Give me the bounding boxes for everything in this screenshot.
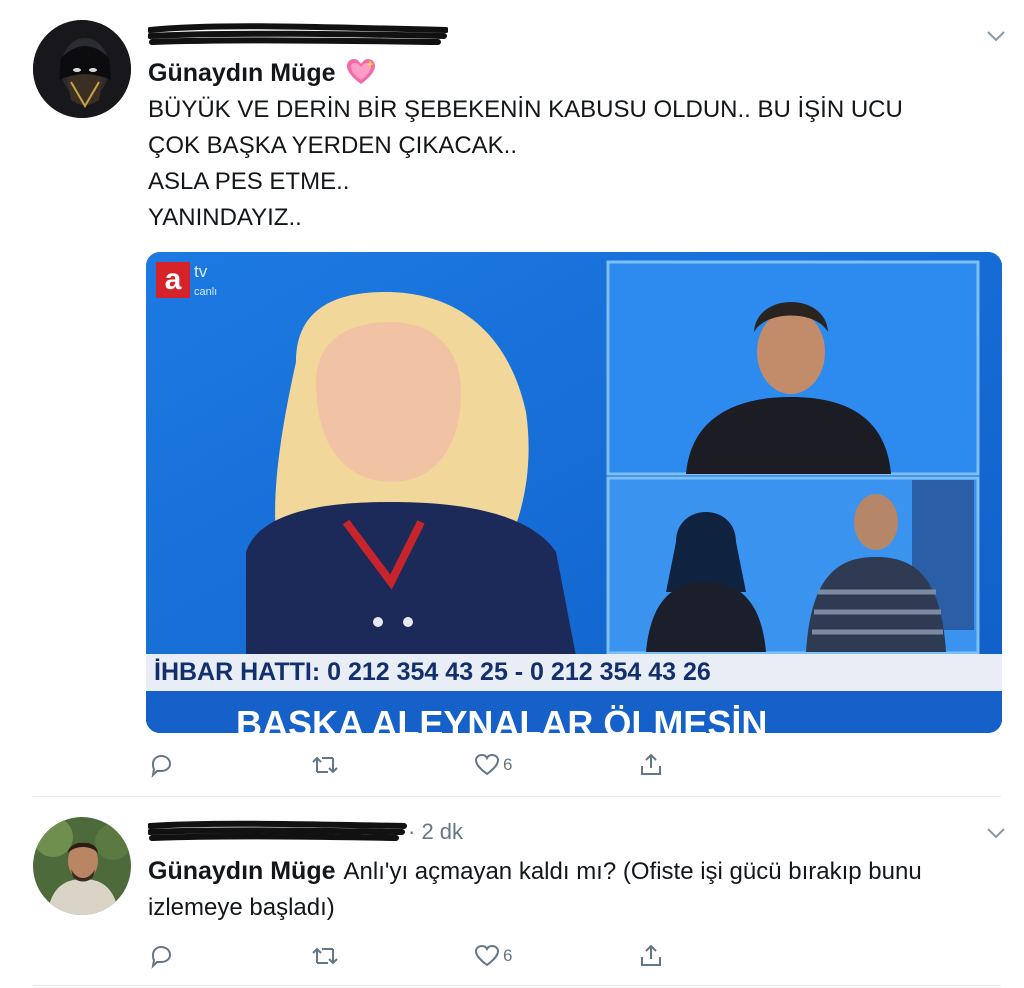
tweet-line: ASLA PES ETME..: [148, 168, 350, 195]
like-count: 6: [503, 946, 513, 965]
channel-logo-letter: a: [164, 263, 182, 296]
display-name[interactable]: Günaydın Müge: [148, 58, 376, 88]
share-button[interactable]: [638, 745, 664, 785]
tv-ticker: İHBAR HATTI: 0 212 354 43 25 - 0 212 354…: [146, 654, 1002, 691]
tweet-photo[interactable]: a tv canlı İHBAR HATTI: 0 212 354 43 25 …: [146, 252, 1002, 733]
reply-icon: [151, 945, 172, 969]
like-count: 6: [503, 755, 513, 774]
timestamp[interactable]: · 2 dk: [408, 819, 463, 845]
tweet-2[interactable]: · 2 dk Günaydın Müge Anlı'yı açmayan kald…: [0, 797, 1024, 987]
channel-logo: a: [156, 262, 190, 298]
tweet-line: BÜYÜK VE DERİN BİR ŞEBEKENİN KABUSU OLDU…: [148, 96, 903, 123]
tweet-line: YANINDAYIZ..: [148, 204, 302, 231]
chevron-down-icon[interactable]: [985, 28, 1007, 44]
tweet-line: Günaydın Müge Anlı'yı açmayan kaldı mı? (…: [148, 853, 1008, 890]
reply-button[interactable]: [148, 745, 174, 785]
divider: [33, 985, 1001, 986]
retweet-button[interactable]: [310, 936, 340, 976]
share-button[interactable]: [638, 936, 664, 976]
channel-logo-sub: tv: [194, 262, 208, 281]
channel-live-label: canlı: [194, 286, 218, 298]
display-name[interactable]: Günaydın Müge: [148, 857, 336, 885]
sparkling-heart-emoji: [347, 59, 376, 84]
tv-banner: BAŞKA ALEYNALAR ÖLMESİN: [146, 691, 1002, 733]
tweet-text: BÜYÜK VE DERİN BİR ŞEBEKENİN KABUSU OLDU…: [148, 92, 903, 236]
tweet-1[interactable]: Günaydın Müge BÜYÜK VE DERİN BİR ŞEBEKEN…: [0, 0, 1024, 795]
avatar[interactable]: [33, 817, 131, 915]
retweet-icon: [312, 947, 338, 965]
chevron-down-icon[interactable]: [985, 825, 1007, 841]
like-button[interactable]: 6: [474, 745, 512, 785]
share-icon: [641, 753, 661, 775]
display-name-text: Günaydın Müge: [148, 59, 336, 87]
avatar-image: [33, 817, 131, 915]
tweet-actions: 6: [148, 745, 708, 785]
tweet-text: Günaydın Müge Anlı'yı açmayan kaldı mı? (…: [148, 853, 1008, 926]
avatar-image: [33, 20, 131, 118]
tweet-line: izlemeye başladı): [148, 894, 335, 921]
tweet-line: ÇOK BAŞKA YERDEN ÇIKACAK..: [148, 132, 518, 159]
share-icon: [641, 944, 661, 966]
heart-icon: [474, 944, 500, 967]
retweet-button[interactable]: [310, 745, 340, 785]
retweet-icon: [312, 756, 338, 774]
heart-icon: [474, 753, 500, 776]
tweet-actions: 6: [148, 936, 708, 976]
redacted-username: [148, 820, 407, 841]
ticker-hotline: İHBAR HATTI: 0 212 354 43 25 - 0 212 354…: [154, 658, 711, 686]
redacted-username: [148, 23, 448, 45]
reply-icon: [151, 754, 172, 778]
reply-button[interactable]: [148, 936, 174, 976]
avatar[interactable]: [33, 20, 131, 118]
tweet-line-text: Anlı'yı açmayan kaldı mı? (Ofiste işi gü…: [343, 858, 922, 885]
ticker-banner: BAŞKA ALEYNALAR ÖLMESİN: [236, 703, 768, 733]
like-button[interactable]: 6: [474, 936, 512, 976]
